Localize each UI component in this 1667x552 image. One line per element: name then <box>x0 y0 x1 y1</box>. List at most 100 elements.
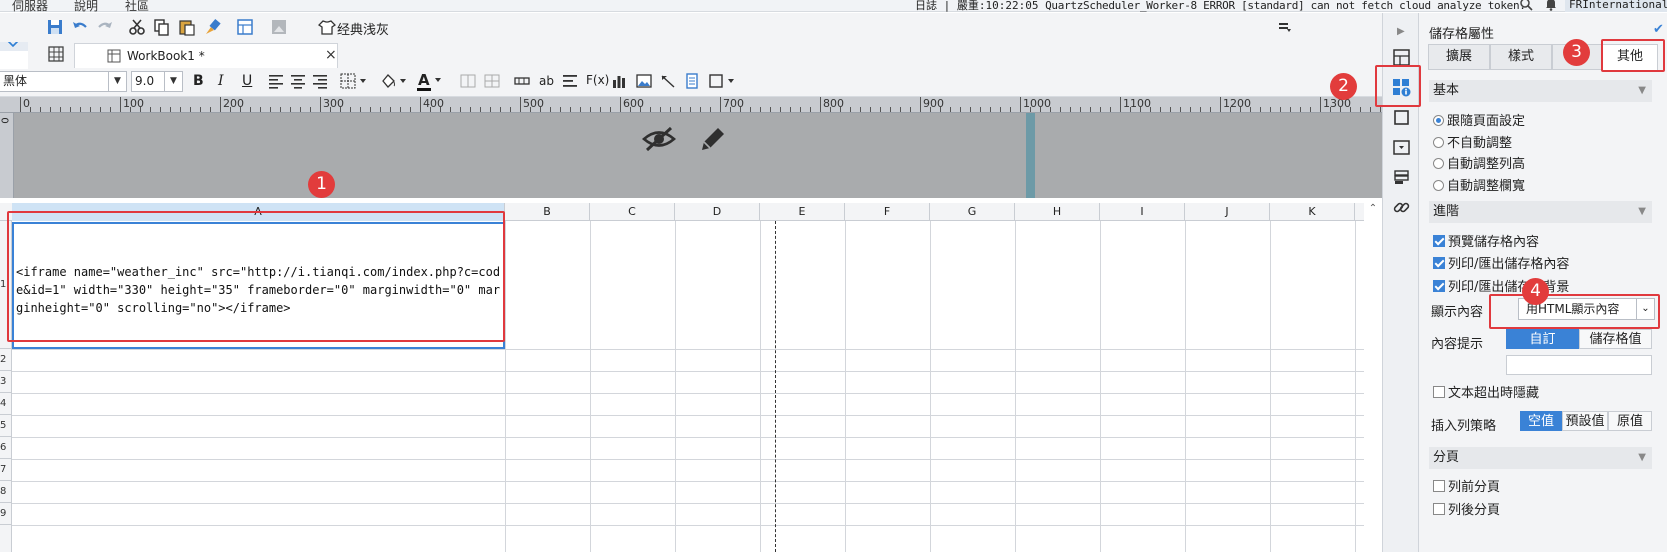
section-advanced[interactable]: 進階 ▼ <box>1429 201 1652 223</box>
column-header-d[interactable]: D <box>675 203 760 221</box>
document-icon[interactable] <box>684 73 704 93</box>
check-page-break-before[interactable]: 列前分頁 <box>1433 476 1500 495</box>
chevron-down-icon[interactable] <box>433 75 453 95</box>
tooltip-cell-value-option[interactable]: 儲存格值 <box>1579 329 1652 349</box>
dropdown-widget-icon[interactable] <box>1392 138 1411 157</box>
row-header-8[interactable]: 8 <box>0 481 12 503</box>
link-icon[interactable] <box>1392 198 1411 217</box>
radio-button[interactable] <box>1433 137 1444 148</box>
tab-workbook1[interactable]: WorkBook1 * × <box>74 43 338 68</box>
bell-icon[interactable] <box>1545 0 1557 11</box>
row-header-7[interactable]: 7 <box>0 459 12 481</box>
underline-button[interactable]: U <box>242 73 252 89</box>
menu-server[interactable]: 伺服器 <box>12 0 48 14</box>
radio-no-adjust[interactable]: 不自動調整 <box>1433 132 1512 151</box>
radio-button[interactable] <box>1433 180 1444 191</box>
insert-chart-icon[interactable] <box>236 18 256 38</box>
checkbox[interactable] <box>1433 235 1445 247</box>
search-icon[interactable] <box>1520 0 1533 11</box>
undo-icon[interactable] <box>71 18 91 38</box>
check-preview-content[interactable]: 預覽儲存格內容 <box>1433 231 1539 250</box>
row-header-9[interactable]: 9 <box>0 503 12 525</box>
column-header-f[interactable]: F <box>845 203 930 221</box>
column-header-g[interactable]: G <box>930 203 1015 221</box>
radio-button[interactable] <box>1433 158 1444 169</box>
checkbox[interactable] <box>1433 257 1445 269</box>
check-icon[interactable]: ✔ <box>1653 22 1664 37</box>
format-painter-icon[interactable] <box>203 18 223 38</box>
row-header-3[interactable]: 3 <box>0 371 12 393</box>
tooltip-custom-option[interactable]: 自訂 <box>1506 329 1579 349</box>
align-left-icon[interactable] <box>268 73 288 93</box>
scroll-up-icon[interactable]: ⌃ <box>1366 203 1380 219</box>
save-icon[interactable] <box>46 18 66 38</box>
slash-icon[interactable] <box>660 73 680 93</box>
column-header-e[interactable]: E <box>760 203 845 221</box>
tab-expand[interactable]: 擴展 <box>1428 44 1490 70</box>
check-page-break-after[interactable]: 列後分頁 <box>1433 499 1500 518</box>
menu-community[interactable]: 社區 <box>125 0 149 14</box>
close-icon[interactable]: × <box>325 47 337 63</box>
user-badge[interactable]: FRInternational <box>1565 0 1667 12</box>
checkbox[interactable] <box>1433 386 1445 398</box>
widget-frame-icon[interactable] <box>1392 108 1411 127</box>
insert-default-option[interactable]: 預設值 <box>1562 411 1608 431</box>
text-wrap-icon[interactable] <box>562 73 582 93</box>
border-icon[interactable] <box>340 73 366 93</box>
column-header-j[interactable]: J <box>1185 203 1270 221</box>
formula-button[interactable]: F(x) <box>586 73 609 87</box>
column-header-c[interactable]: C <box>590 203 675 221</box>
shirt-icon[interactable] <box>318 18 338 38</box>
eye-slash-icon[interactable] <box>642 125 676 153</box>
insert-original-option[interactable]: 原值 <box>1608 411 1652 431</box>
bar-chart-icon[interactable] <box>611 73 631 93</box>
italic-button[interactable]: I <box>218 73 224 89</box>
check-print-content[interactable]: 列印/匯出儲存格內容 <box>1433 253 1569 272</box>
radio-button[interactable] <box>1433 115 1444 126</box>
cut-icon[interactable] <box>128 18 148 38</box>
paste-icon[interactable] <box>178 18 198 38</box>
row-header-5[interactable]: 5 <box>0 415 12 437</box>
toolbar-menu-icon[interactable] <box>1278 20 1298 40</box>
copy-icon[interactable] <box>153 18 173 38</box>
column-header-h[interactable]: H <box>1015 203 1100 221</box>
checkbox[interactable] <box>1433 280 1445 292</box>
tab-style[interactable]: 樣式 <box>1490 44 1552 70</box>
align-center-icon[interactable] <box>290 73 310 93</box>
row-header-6[interactable]: 6 <box>0 437 12 459</box>
fill-color-icon[interactable] <box>380 73 406 93</box>
style-theme-button[interactable]: 经典浅灰 <box>337 19 389 38</box>
row-header-4[interactable]: 4 <box>0 393 12 415</box>
column-header-k[interactable]: K <box>1270 203 1355 221</box>
align-right-icon[interactable] <box>312 73 332 93</box>
report-canvas[interactable] <box>14 113 1382 198</box>
menu-help[interactable]: 說明 <box>74 0 98 14</box>
radio-follow-page[interactable]: 跟隨頁面設定 <box>1433 110 1525 129</box>
cell-border-icon[interactable] <box>708 73 734 93</box>
section-basic[interactable]: 基本 ▼ <box>1429 80 1652 102</box>
check-hide-overflow[interactable]: 文本超出時隱藏 <box>1433 382 1539 401</box>
pencil-icon[interactable] <box>698 124 728 154</box>
radio-auto-row-height[interactable]: 自動調整列高 <box>1433 153 1525 172</box>
condition-icon[interactable] <box>1392 168 1411 187</box>
bold-button[interactable]: B <box>193 73 204 89</box>
tooltip-input[interactable] <box>1506 355 1652 375</box>
row-header-2[interactable]: 2 <box>0 349 12 371</box>
log-message[interactable]: 日誌 | 嚴重:10:22:05 QuartzScheduler_Worker-… <box>915 0 1526 13</box>
column-header-b[interactable]: B <box>505 203 590 221</box>
column-header-i[interactable]: I <box>1100 203 1185 221</box>
image-icon[interactable] <box>636 73 656 93</box>
insert-null-option[interactable]: 空值 <box>1520 411 1562 431</box>
radio-auto-column-width[interactable]: 自動調整欄寬 <box>1433 175 1525 194</box>
sheet-grid-icon[interactable] <box>48 46 68 66</box>
checkbox[interactable] <box>1433 503 1445 515</box>
text-color-button[interactable]: A <box>418 71 430 89</box>
text-label-button[interactable]: ab <box>539 74 554 88</box>
font-family-select[interactable]: 黑体 ▼ <box>0 71 127 92</box>
redo-icon[interactable] <box>96 18 116 38</box>
expand-panel-icon[interactable]: ▶ <box>1397 26 1405 37</box>
font-size-select[interactable]: 9.0 ▼ <box>131 71 183 92</box>
insert-column-icon[interactable] <box>514 73 534 93</box>
section-pagination[interactable]: 分頁 ▼ <box>1429 447 1652 469</box>
checkbox[interactable] <box>1433 480 1445 492</box>
